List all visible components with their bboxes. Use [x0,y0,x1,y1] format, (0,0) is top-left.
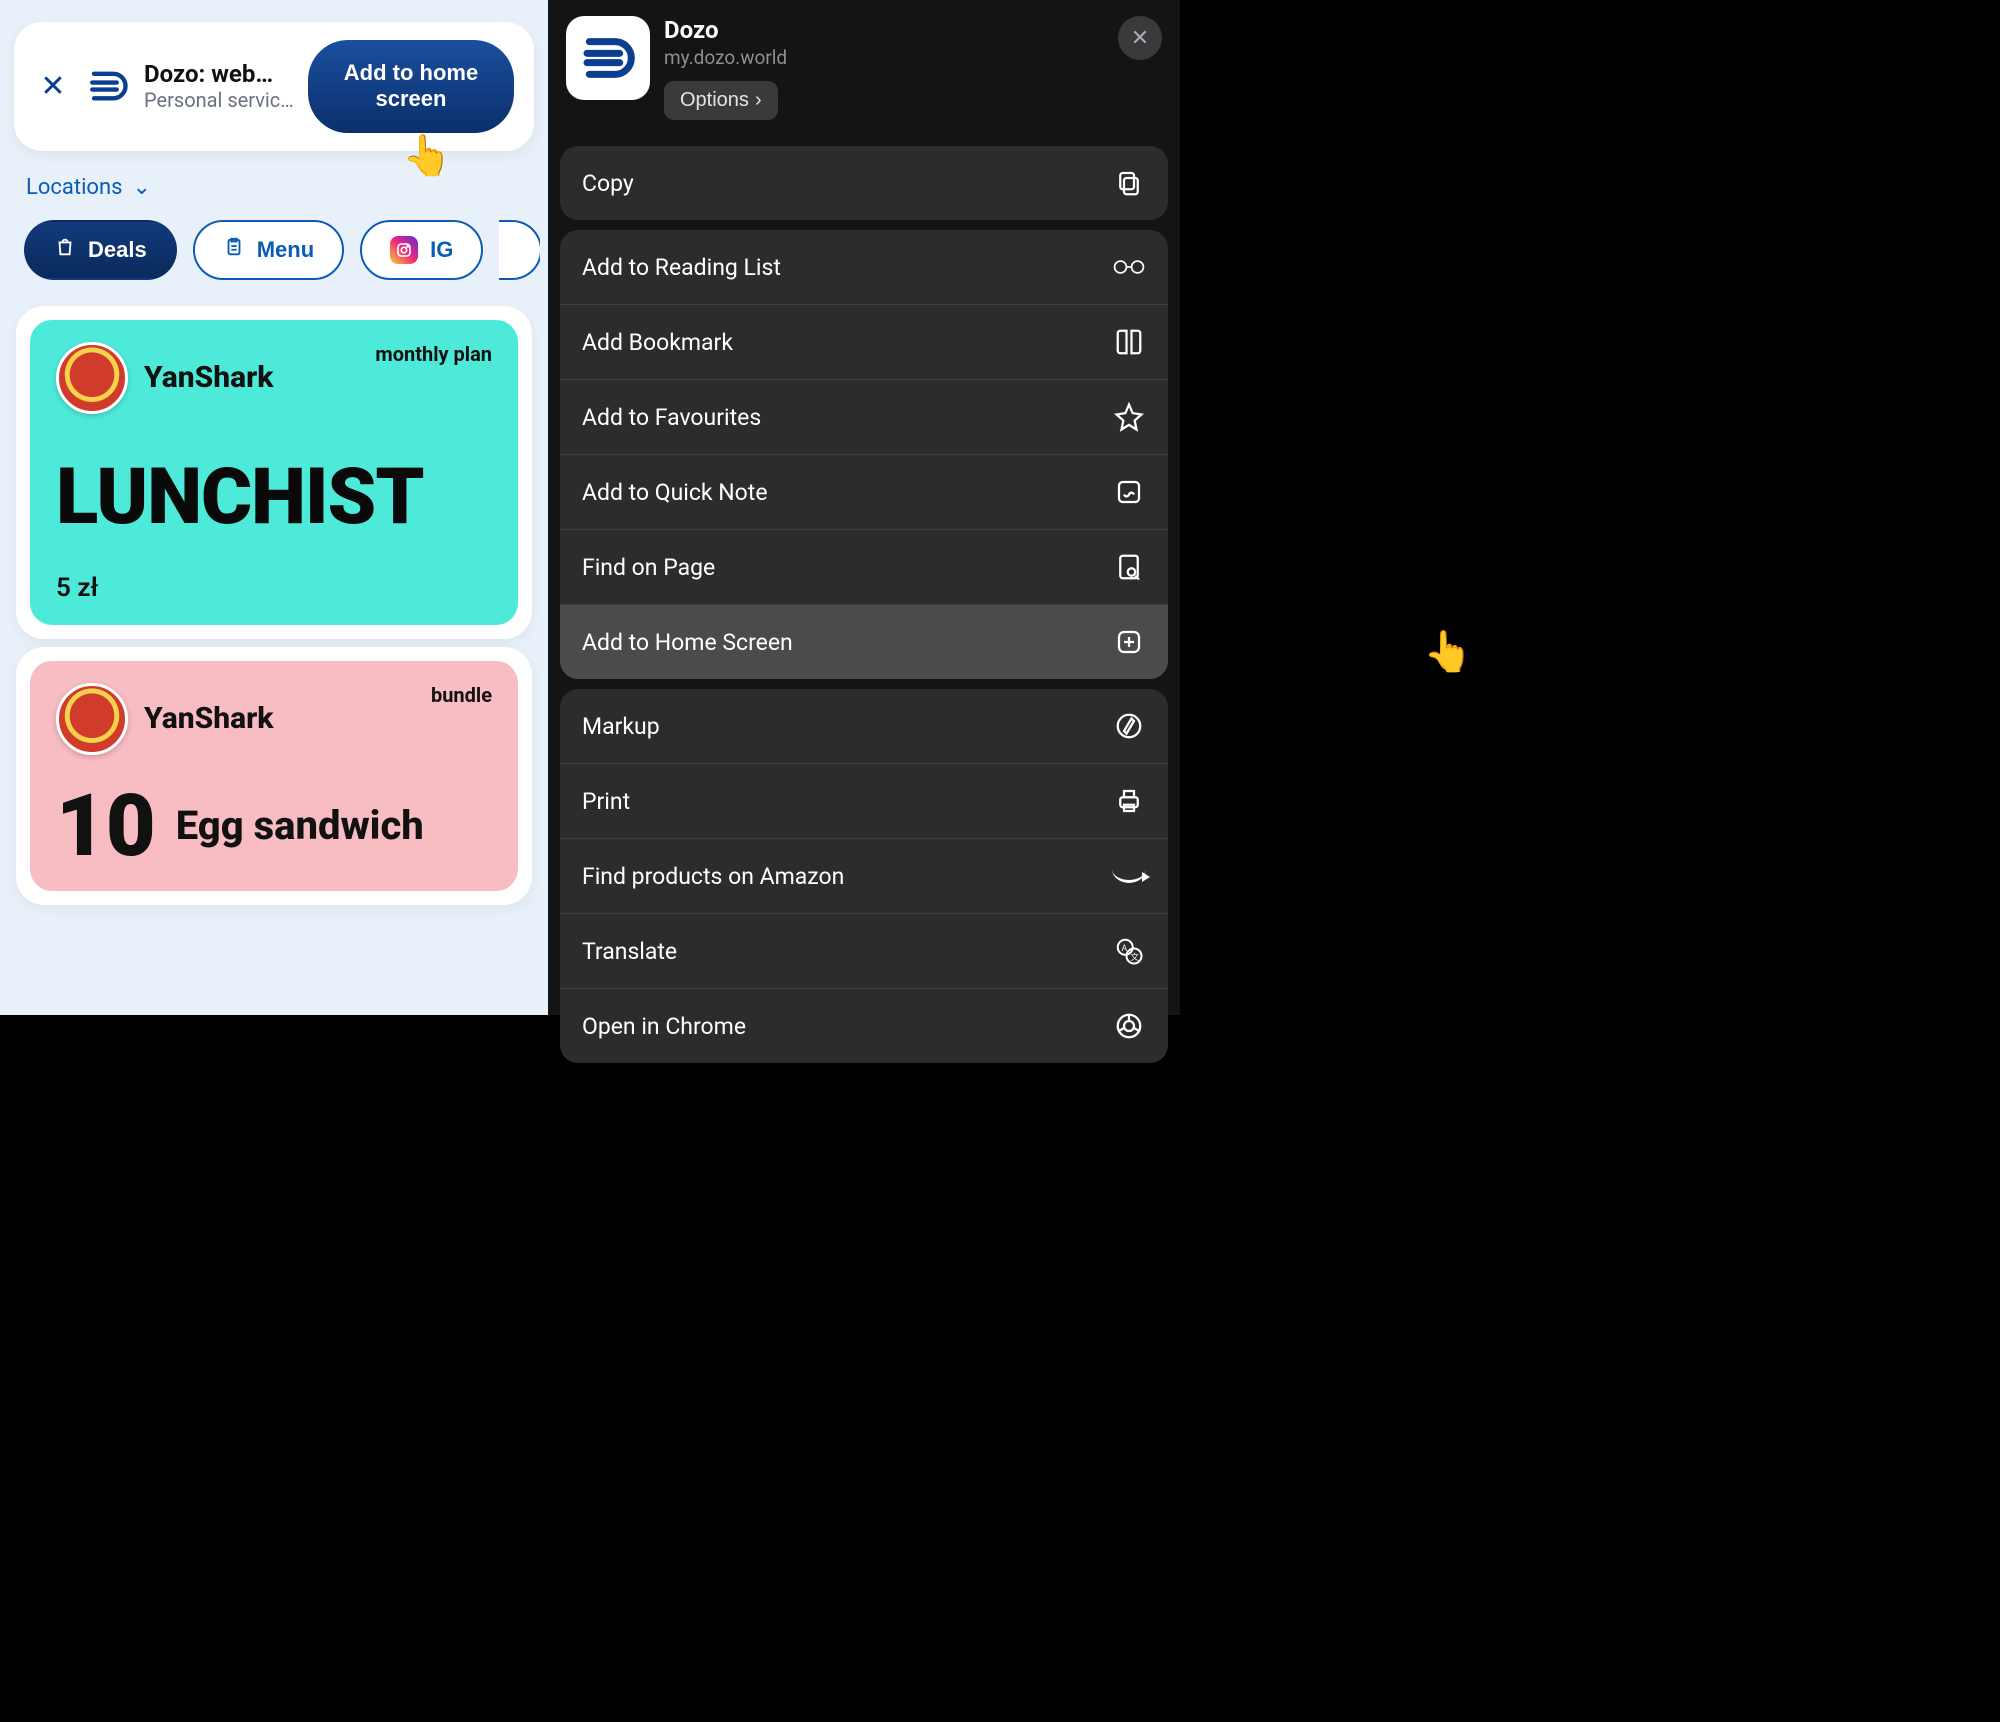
bundle-quantity: 10 [56,783,156,869]
action-add-to-home-screen[interactable]: Add to Home Screen [560,604,1168,679]
dozo-logo-icon [86,64,130,108]
action-label: Add to Home Screen [582,629,793,656]
chevron-right-icon: › [755,89,762,112]
close-sheet-button[interactable]: ✕ [1118,16,1162,60]
action-group: Copy [560,146,1168,220]
deal-tag: bundle [431,683,492,707]
pointing-hand-icon: 👆 [402,132,452,179]
action-label: Add to Quick Note [582,479,768,506]
action-label: Find products on Amazon [582,863,844,890]
close-icon: ✕ [1131,25,1149,51]
action-amazon[interactable]: Find products on Amazon [560,838,1168,913]
action-favourites[interactable]: Add to Favourites [560,379,1168,454]
action-reading-list[interactable]: Add to Reading List [560,230,1168,304]
action-label: Find on Page [582,554,715,581]
glasses-icon [1112,250,1146,284]
action-label: Add to Reading List [582,254,781,281]
action-quick-note[interactable]: Add to Quick Note [560,454,1168,529]
close-icon: ✕ [40,69,65,104]
chip-menu[interactable]: Menu [193,220,344,280]
chip-instagram[interactable]: IG [360,220,483,280]
add-to-home-screen-button[interactable]: Add to home screen [308,40,514,133]
vendor-name: YanShark [144,701,274,736]
chip-label: Menu [257,237,314,263]
svg-text:文: 文 [1130,951,1139,963]
vendor-avatar [56,683,128,755]
deal-card: YanShark bundle 10 Egg sandwich [30,661,518,891]
action-label: Copy [582,170,634,197]
translate-icon: A文 [1112,934,1146,968]
chip-label: IG [430,237,453,263]
action-label: Markup [582,713,660,740]
banner-subtitle: Personal servic… [144,88,294,112]
vendor-name: YanShark [144,360,274,395]
find-icon [1112,550,1146,584]
close-banner-button[interactable]: ✕ [34,67,72,105]
chrome-icon [1112,1009,1146,1043]
action-group: Markup Print Find products on Amazon Tra… [560,689,1168,1063]
amazon-icon [1112,859,1146,893]
printer-icon [1112,784,1146,818]
deal-headline: LUNCHIST [56,452,492,543]
options-label: Options [680,89,749,112]
action-markup[interactable]: Markup [560,689,1168,763]
chip-overflow[interactable] [499,220,540,280]
action-bookmark[interactable]: Add Bookmark [560,304,1168,379]
share-sheet-panel: Dozo my.dozo.world Options › ✕ Copy Add … [548,0,1180,1015]
deal-card-container[interactable]: YanShark bundle 10 Egg sandwich [16,647,532,905]
deal-tag: monthly plan [375,342,492,366]
chip-label: Deals [88,237,147,263]
instagram-icon [390,236,418,264]
bag-icon [54,236,76,264]
options-button[interactable]: Options › [664,81,778,120]
clipboard-icon [223,236,245,264]
sheet-url: my.dozo.world [664,46,787,69]
star-icon [1112,400,1146,434]
action-label: Open in Chrome [582,1013,746,1040]
action-group: Add to Reading List Add Bookmark Add to … [560,230,1168,679]
chip-deals[interactable]: Deals [24,220,177,280]
deal-price: 5 zł [56,573,492,603]
pointing-hand-icon: 👆 [1423,628,1473,675]
markup-icon [1112,709,1146,743]
deal-card: YanShark monthly plan LUNCHIST 5 zł [30,320,518,625]
pwa-install-banner: ✕ Dozo: web… Personal servic… Add to hom… [14,22,534,151]
action-find-on-page[interactable]: Find on Page [560,529,1168,604]
chevron-down-icon: ⌄ [132,175,150,200]
action-translate[interactable]: Translate A文 [560,913,1168,988]
app-preview-panel: ︿ ✕ Dozo: web… Personal servic… Add to h… [0,0,548,1015]
plus-square-icon [1112,625,1146,659]
svg-text:A: A [1122,944,1128,954]
sheet-title: Dozo [664,16,787,44]
action-label: Translate [582,938,677,965]
filter-chips: Deals Menu IG [8,210,540,298]
locations-dropdown[interactable]: Locations ⌄ [8,165,540,210]
site-icon [566,16,650,100]
locations-label: Locations [26,175,122,200]
copy-icon [1112,166,1146,200]
banner-title: Dozo: web… [144,60,294,88]
action-label: Print [582,788,630,815]
deal-card-container[interactable]: YanShark monthly plan LUNCHIST 5 zł [16,306,532,639]
action-print[interactable]: Print [560,763,1168,838]
note-icon [1112,475,1146,509]
book-icon [1112,325,1146,359]
vendor-avatar [56,342,128,414]
action-copy[interactable]: Copy [560,146,1168,220]
action-chrome[interactable]: Open in Chrome [560,988,1168,1063]
action-label: Add to Favourites [582,404,761,431]
bundle-item-name: Egg sandwich [176,802,424,849]
share-sheet-header: Dozo my.dozo.world Options › ✕ [560,12,1168,136]
action-label: Add Bookmark [582,329,733,356]
